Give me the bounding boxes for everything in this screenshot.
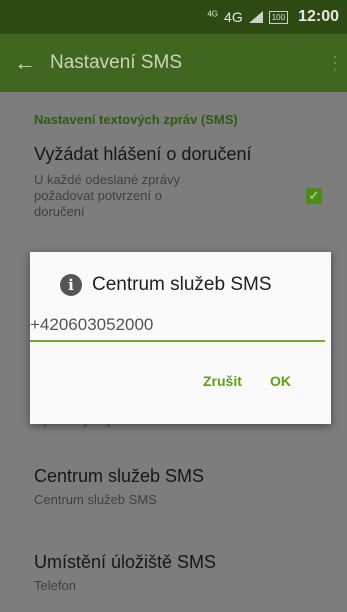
section-header: Nastavení textových zpráv (SMS)	[34, 112, 238, 127]
overflow-menu-icon[interactable]: ⋮	[323, 53, 347, 74]
preference-title: Centrum služeb SMS	[34, 466, 205, 486]
network-indicator: 4G	[207, 9, 219, 19]
preference-summary-line: U každé odeslané zprávy	[34, 172, 180, 187]
preference-summary-line: požadovat potvrzení o	[34, 188, 162, 203]
network-type: 4G	[224, 9, 243, 25]
sms-center-dialog: i Centrum služeb SMS Zrušit OK	[30, 252, 331, 424]
ok-button[interactable]: OK	[270, 373, 291, 389]
preference-summary: Telefon	[34, 578, 76, 593]
dialog-header: i Centrum služeb SMS	[60, 274, 272, 296]
delivery-report-checkbox[interactable]: ✓	[306, 188, 322, 204]
back-arrow-icon[interactable]: ←	[0, 50, 50, 76]
app-bar: ← Nastavení SMS ⋮	[0, 34, 347, 92]
preference-summary: Centrum služeb SMS	[34, 492, 157, 507]
clock: 12:00	[298, 8, 339, 25]
preference-summary-line: doručení	[34, 204, 85, 219]
dialog-title: Centrum služeb SMS	[92, 274, 272, 295]
battery-icon: 100	[268, 10, 289, 24]
sms-center-number-input[interactable]	[30, 310, 325, 342]
cancel-button[interactable]: Zrušit	[203, 373, 242, 389]
info-icon: i	[60, 274, 82, 296]
preference-title: Umístění úložiště SMS	[34, 552, 217, 572]
status-bar: 4G 4G 100 12:00	[0, 0, 347, 34]
preference-title: Vyžádat hlášení o doručení	[34, 144, 252, 164]
page-title: Nastavení SMS	[50, 52, 182, 73]
signal-icon	[248, 11, 263, 23]
